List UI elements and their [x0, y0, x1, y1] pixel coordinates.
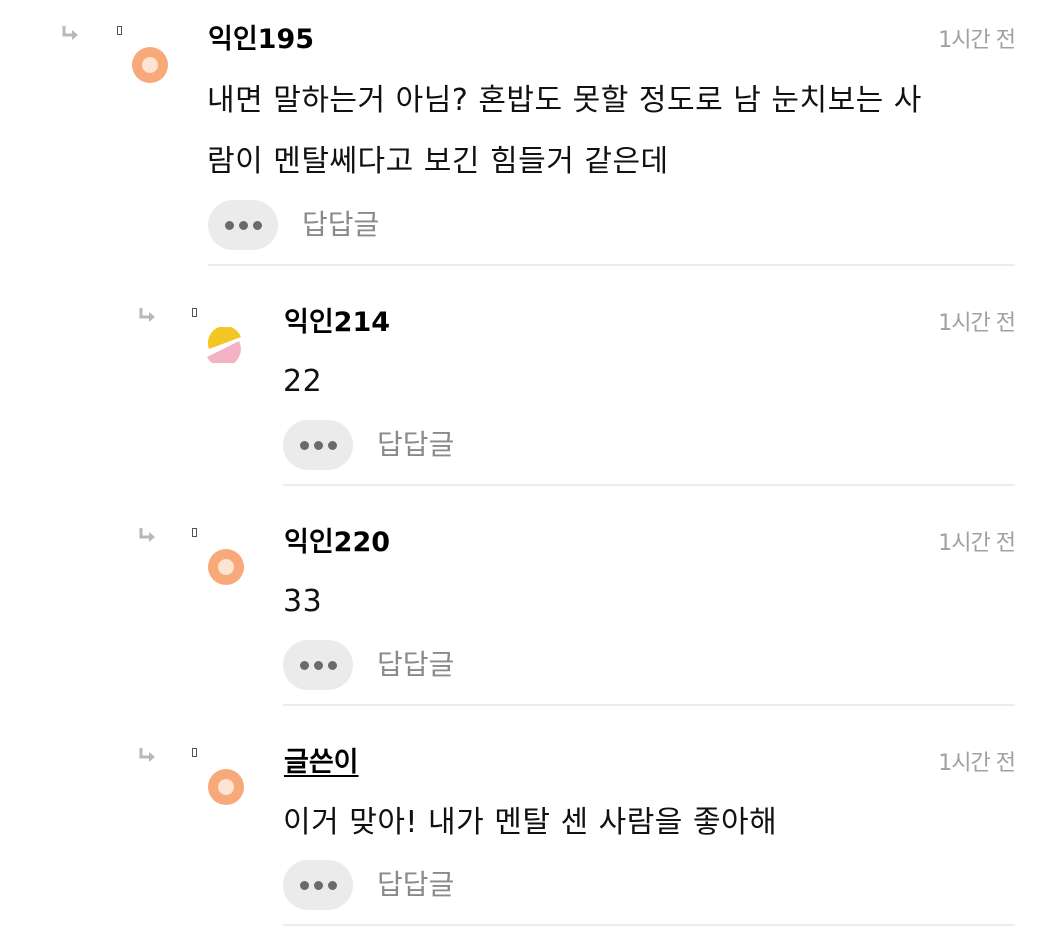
- reply-button[interactable]: 답답글: [302, 207, 379, 243]
- avatar[interactable]: [208, 549, 244, 585]
- comment-text-line: 람이 멘탈쎄다고 보긴 힘들거 같은데: [207, 144, 669, 179]
- unknown-glyph-icon: [192, 748, 197, 757]
- comment-timestamp: 1시간 전: [938, 311, 1016, 336]
- comment-nickname[interactable]: 익인220: [284, 527, 390, 559]
- more-dots-icon: [299, 660, 309, 670]
- more-options-button[interactable]: [208, 200, 278, 250]
- avatar[interactable]: [205, 327, 241, 363]
- unknown-glyph-icon: [192, 528, 197, 537]
- avatar[interactable]: [132, 47, 168, 83]
- reply-arrow-icon: [139, 748, 155, 762]
- more-options-button[interactable]: [283, 640, 353, 690]
- comment-timestamp: 1시간 전: [938, 531, 1016, 556]
- reply-button[interactable]: 답답글: [377, 867, 454, 903]
- unknown-glyph-icon: [192, 308, 197, 317]
- reply-arrow-icon: [139, 308, 155, 322]
- divider: [283, 924, 1015, 926]
- comment-text-line: 22: [283, 364, 323, 399]
- avatar[interactable]: [208, 769, 244, 805]
- comment-nickname-author[interactable]: 글쓴이: [284, 747, 359, 779]
- comment-timestamp: 1시간 전: [938, 28, 1016, 53]
- comment-timestamp: 1시간 전: [938, 751, 1016, 776]
- divider: [208, 264, 1015, 266]
- more-options-button[interactable]: [283, 420, 353, 470]
- reply-arrow-icon: [62, 26, 78, 40]
- comment-nickname[interactable]: 익인195: [208, 24, 314, 56]
- comment-nickname[interactable]: 익인214: [284, 307, 390, 339]
- comment-text-line: 33: [283, 584, 323, 619]
- divider: [283, 484, 1015, 486]
- reply-button[interactable]: 답답글: [377, 647, 454, 683]
- unknown-glyph-icon: [117, 26, 122, 35]
- more-dots-icon: [224, 220, 234, 230]
- reply-arrow-icon: [139, 528, 155, 542]
- more-dots-icon: [299, 440, 309, 450]
- divider: [283, 704, 1015, 706]
- comment-text-line: 이거 맞아! 내가 멘탈 센 사람을 좋아해: [283, 805, 778, 840]
- more-options-button[interactable]: [283, 860, 353, 910]
- comment-text-line: 내면 말하는거 아님? 혼밥도 못할 정도로 남 눈치보는 사: [207, 83, 922, 118]
- more-dots-icon: [299, 880, 309, 890]
- reply-button[interactable]: 답답글: [377, 427, 454, 463]
